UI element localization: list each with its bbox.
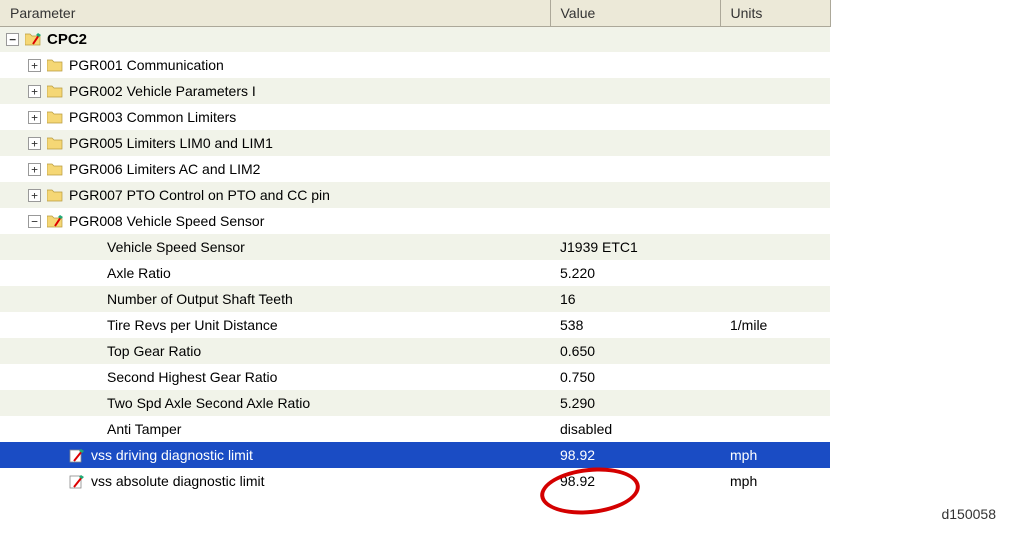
- collapse-icon[interactable]: −: [28, 215, 41, 228]
- parameter-value: 16: [550, 286, 720, 312]
- tree-group-label: PGR001 Communication: [69, 57, 224, 73]
- folder-icon: [47, 110, 63, 124]
- parameter-label: vss absolute diagnostic limit: [91, 473, 265, 489]
- parameter-units: [720, 234, 830, 260]
- parameter-units: [720, 338, 830, 364]
- folder-edit-icon: [47, 214, 63, 228]
- parameter-row[interactable]: Number of Output Shaft Teeth 16: [0, 286, 830, 312]
- parameter-units: [720, 390, 830, 416]
- tree-group[interactable]: − PGR008 Vehicle Speed Sensor: [0, 208, 830, 234]
- edit-icon: [69, 473, 85, 489]
- tree-group[interactable]: + PGR005 Limiters LIM0 and LIM1: [0, 130, 830, 156]
- parameter-value: 538: [550, 312, 720, 338]
- parameter-row[interactable]: vss absolute diagnostic limit 98.92mph: [0, 468, 830, 494]
- tree-group[interactable]: + PGR006 Limiters AC and LIM2: [0, 156, 830, 182]
- parameter-units: [720, 286, 830, 312]
- parameter-label: Anti Tamper: [107, 421, 181, 437]
- parameter-value: 98.92: [550, 468, 720, 494]
- table-header-row: Parameter Value Units: [0, 0, 830, 26]
- parameter-value: disabled: [550, 416, 720, 442]
- expand-icon[interactable]: +: [28, 163, 41, 176]
- tree-group[interactable]: + PGR003 Common Limiters: [0, 104, 830, 130]
- tree-group-label: PGR003 Common Limiters: [69, 109, 236, 125]
- parameter-row[interactable]: Axle Ratio 5.220: [0, 260, 830, 286]
- tree-group[interactable]: + PGR002 Vehicle Parameters I: [0, 78, 830, 104]
- tree-root-cpc2[interactable]: − CPC2: [0, 26, 830, 52]
- parameter-value: 5.290: [550, 390, 720, 416]
- expand-icon[interactable]: +: [28, 85, 41, 98]
- parameter-label: Two Spd Axle Second Axle Ratio: [107, 395, 310, 411]
- parameter-units: [720, 260, 830, 286]
- parameter-row[interactable]: Top Gear Ratio 0.650: [0, 338, 830, 364]
- tree-group-label: PGR002 Vehicle Parameters I: [69, 83, 256, 99]
- parameter-label: Number of Output Shaft Teeth: [107, 291, 293, 307]
- document-id: d150058: [941, 506, 996, 522]
- tree-group-label: PGR007 PTO Control on PTO and CC pin: [69, 187, 330, 203]
- parameter-row[interactable]: Anti Tamper disabled: [0, 416, 830, 442]
- parameter-label: Axle Ratio: [107, 265, 171, 281]
- parameter-label: Top Gear Ratio: [107, 343, 201, 359]
- parameter-row[interactable]: Second Highest Gear Ratio 0.750: [0, 364, 830, 390]
- parameter-table: Parameter Value Units − CPC2 + PGR001 Commu…: [0, 0, 831, 494]
- edit-icon: [69, 447, 85, 463]
- folder-icon: [47, 58, 63, 72]
- tree-group-label: PGR008 Vehicle Speed Sensor: [69, 213, 264, 229]
- tree-root-label: CPC2: [47, 31, 87, 48]
- parameter-units: mph: [720, 468, 830, 494]
- parameter-units: mph: [720, 442, 830, 468]
- header-units[interactable]: Units: [720, 0, 830, 26]
- parameter-value: 5.220: [550, 260, 720, 286]
- tree-group-label: PGR006 Limiters AC and LIM2: [69, 161, 260, 177]
- parameter-units: [720, 416, 830, 442]
- folder-icon: [47, 162, 63, 176]
- header-parameter[interactable]: Parameter: [0, 0, 550, 26]
- collapse-icon[interactable]: −: [6, 33, 19, 46]
- parameter-label: Second Highest Gear Ratio: [107, 369, 277, 385]
- expand-icon[interactable]: +: [28, 137, 41, 150]
- parameter-row[interactable]: Two Spd Axle Second Axle Ratio 5.290: [0, 390, 830, 416]
- parameter-row[interactable]: vss driving diagnostic limit 98.92mph: [0, 442, 830, 468]
- parameter-label: Tire Revs per Unit Distance: [107, 317, 278, 333]
- tree-group[interactable]: + PGR007 PTO Control on PTO and CC pin: [0, 182, 830, 208]
- parameter-value: 0.750: [550, 364, 720, 390]
- expand-icon[interactable]: +: [28, 111, 41, 124]
- parameter-value: 98.92: [550, 442, 720, 468]
- header-value[interactable]: Value: [550, 0, 720, 26]
- parameter-value: J1939 ETC1: [550, 234, 720, 260]
- parameter-row[interactable]: Vehicle Speed Sensor J1939 ETC1: [0, 234, 830, 260]
- folder-icon: [47, 188, 63, 202]
- expand-icon[interactable]: +: [28, 59, 41, 72]
- folder-edit-icon: [25, 32, 41, 46]
- tree-group-label: PGR005 Limiters LIM0 and LIM1: [69, 135, 273, 151]
- folder-icon: [47, 136, 63, 150]
- parameter-value: 0.650: [550, 338, 720, 364]
- parameter-label: Vehicle Speed Sensor: [107, 239, 245, 255]
- parameter-units: [720, 364, 830, 390]
- parameter-label: vss driving diagnostic limit: [91, 447, 253, 463]
- parameter-row[interactable]: Tire Revs per Unit Distance 5381/mile: [0, 312, 830, 338]
- expand-icon[interactable]: +: [28, 189, 41, 202]
- parameter-units: 1/mile: [720, 312, 830, 338]
- tree-group[interactable]: + PGR001 Communication: [0, 52, 830, 78]
- folder-icon: [47, 84, 63, 98]
